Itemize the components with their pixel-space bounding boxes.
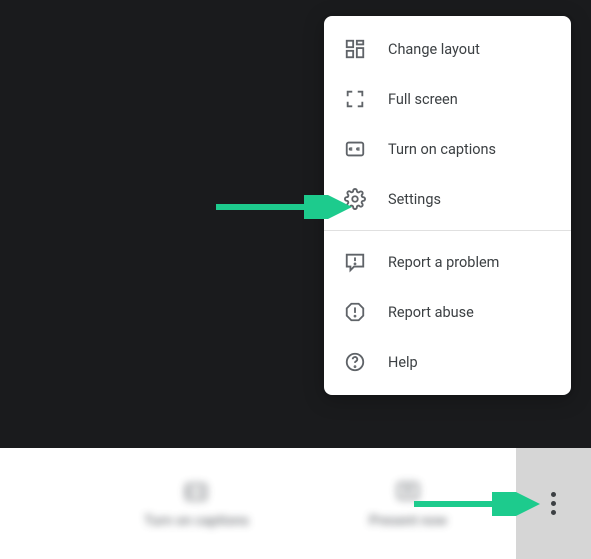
menu-item-report-abuse[interactable]: Report abuse <box>324 287 571 337</box>
bottom-blur-group: Turn on captions Present now <box>144 479 447 529</box>
menu-item-settings[interactable]: Settings <box>324 174 571 224</box>
menu-item-label: Report abuse <box>388 304 474 321</box>
menu-item-label: Settings <box>388 191 441 208</box>
menu-item-captions[interactable]: Turn on captions <box>324 124 571 174</box>
toolbar-captions-button[interactable]: Turn on captions <box>144 479 249 529</box>
toolbar-button-label: Turn on captions <box>144 513 249 529</box>
gear-icon <box>344 188 366 210</box>
bottom-toolbar: Turn on captions Present now <box>0 448 591 559</box>
menu-item-label: Change layout <box>388 41 480 58</box>
menu-item-help[interactable]: Help <box>324 337 571 387</box>
more-options-button[interactable] <box>516 448 591 559</box>
layout-icon <box>344 38 366 60</box>
menu-item-label: Full screen <box>388 91 458 108</box>
more-vertical-icon <box>551 492 556 515</box>
toolbar-button-label: Present now <box>369 513 447 529</box>
menu-item-full-screen[interactable]: Full screen <box>324 74 571 124</box>
help-icon <box>344 351 366 373</box>
menu-item-label: Help <box>388 354 418 371</box>
menu-item-report-problem[interactable]: Report a problem <box>324 237 571 287</box>
fullscreen-icon <box>344 88 366 110</box>
menu-divider <box>324 230 571 231</box>
report-icon <box>344 301 366 323</box>
more-options-menu: Change layout Full screen Turn on captio… <box>324 16 571 395</box>
menu-item-label: Turn on captions <box>388 141 496 158</box>
toolbar-present-button[interactable]: Present now <box>369 479 447 529</box>
screenshot-stage: Change layout Full screen Turn on captio… <box>0 0 591 559</box>
menu-item-change-layout[interactable]: Change layout <box>324 24 571 74</box>
menu-item-label: Report a problem <box>388 254 499 271</box>
feedback-icon <box>344 251 366 273</box>
captions-icon <box>344 138 366 160</box>
